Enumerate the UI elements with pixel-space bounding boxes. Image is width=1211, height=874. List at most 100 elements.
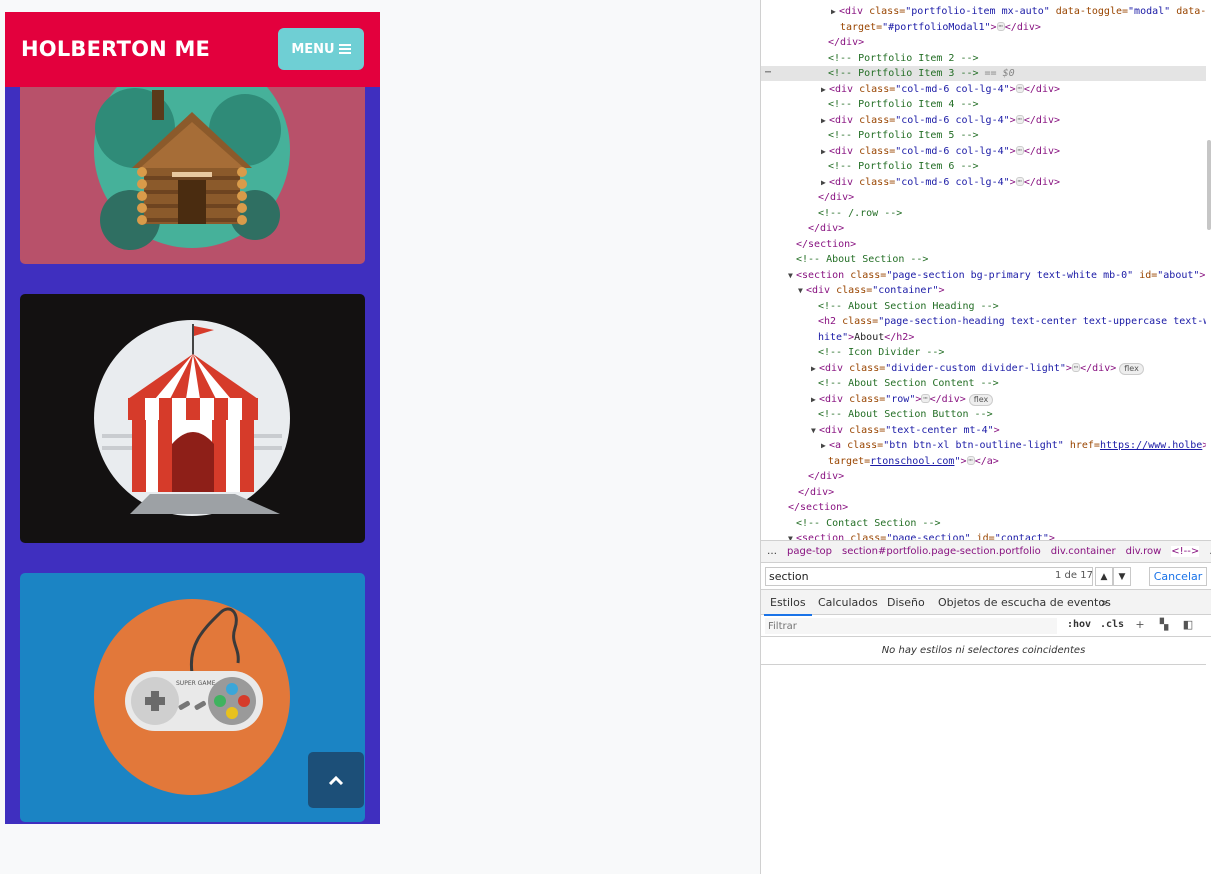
tag-close-bracket: > <box>1009 83 1016 95</box>
search-cancel-button[interactable]: Cancelar <box>1149 567 1207 586</box>
paint-icon[interactable]: ▚ <box>1158 619 1170 631</box>
flex-badge: flex <box>968 393 994 406</box>
text-node: About <box>854 331 885 343</box>
tag-open: <div <box>819 393 844 405</box>
tag-close: </div> <box>1023 145 1061 157</box>
attr-name: class= <box>853 114 896 126</box>
tag-close-bracket: > <box>1009 114 1016 126</box>
dom-tree-line[interactable]: <h2 class="page-section-heading text-cen… <box>818 314 1206 329</box>
attr-name: target= <box>828 455 871 467</box>
chevron-up-icon: ▲ <box>1100 571 1108 582</box>
tab-event-listeners[interactable]: Objetos de escucha de eventos <box>938 596 1111 609</box>
styles-filter-bar: :hov .cls + ▚ ◧ <box>761 615 1211 637</box>
attr-value: "text-center mt-4" <box>885 424 994 436</box>
dom-tree-line[interactable]: hite">About</h2> <box>818 330 914 345</box>
tab-styles[interactable]: Estilos <box>764 596 812 616</box>
screen: SUPER GAME HOLBERTON ME MENU ▶ <div class… <box>0 0 1211 874</box>
dom-tree-line[interactable]: ▶ <div class="col-md-6 col-lg-4"> ⋯ </div> <box>821 82 1060 97</box>
class-toggle[interactable]: .cls <box>1100 619 1124 630</box>
dom-tree-line[interactable]: <!-- Portfolio Item 5 --> <box>828 128 979 143</box>
dom-tree-line[interactable]: <!-- Contact Section --> <box>796 516 941 531</box>
dom-tree-line[interactable]: target="#portfolioModal1"> ⋯ </div> <box>840 20 1041 35</box>
breadcrumb-item[interactable]: div.container <box>1051 546 1116 557</box>
dom-tree-line[interactable]: </div> <box>808 469 844 484</box>
tab-computed[interactable]: Calculados <box>818 596 878 609</box>
dom-tree-line[interactable]: ▶ <div class="portfolio-item mx-auto" dat… <box>831 4 1206 19</box>
breadcrumb-item[interactable]: section#portfolio.page-section.portfolio <box>842 546 1041 557</box>
portfolio-item-circus[interactable] <box>20 294 365 543</box>
tag-open: </div> <box>818 192 855 203</box>
add-rule-icon[interactable]: + <box>1134 619 1146 631</box>
dom-tree-line[interactable]: </section> <box>796 237 856 252</box>
divider <box>761 664 1206 665</box>
breadcrumb-item[interactable]: <!--> <box>1171 546 1200 557</box>
dom-tree-line[interactable]: </div> <box>808 221 844 236</box>
top-navbar: HOLBERTON ME MENU <box>5 12 380 87</box>
dom-tree-line[interactable]: </div> <box>818 190 854 205</box>
breadcrumb-item[interactable]: … <box>767 546 777 557</box>
dom-tree-line[interactable]: <!-- About Section Heading --> <box>818 299 999 314</box>
menu-label: MENU <box>291 41 335 57</box>
attr-value: "col-md-6 col-lg-4" <box>895 83 1010 95</box>
tag-close-bracket: > <box>960 455 967 467</box>
breadcrumb-item[interactable]: page-top <box>787 546 832 557</box>
elements-tree[interactable]: ▶ <div class="portfolio-item mx-auto" dat… <box>761 0 1206 540</box>
dom-tree-line[interactable]: ▶ <div class="divider-custom divider-ligh… <box>811 361 1144 376</box>
dom-tree-line[interactable]: <!-- /.row --> <box>818 206 902 221</box>
tag-open: </div> <box>798 486 835 498</box>
dom-tree-line[interactable]: </div> <box>828 35 864 50</box>
attr-name: id= <box>970 533 995 540</box>
expand-triangle-icon: ▶ <box>821 177 826 187</box>
scroll-to-top-button[interactable] <box>308 752 364 808</box>
dom-tree-line[interactable]: ▶ <div class="col-md-6 col-lg-4"> ⋯ </div> <box>821 144 1060 159</box>
attr-name: href= <box>1063 440 1100 451</box>
dom-tree-line[interactable]: <!-- Portfolio Item 2 --> <box>828 51 979 66</box>
dom-tree-line[interactable]: <!-- Portfolio Item 3 --> == $0 <box>761 66 1206 81</box>
tab-layout[interactable]: Diseño <box>887 596 925 609</box>
tag-open: <div <box>806 285 831 296</box>
search-next-button[interactable]: ▼ <box>1113 567 1131 586</box>
tag-close: </div> <box>1023 114 1061 126</box>
tree-scrollbar[interactable] <box>1207 140 1211 230</box>
dom-tree-line[interactable]: <!-- Portfolio Item 6 --> <box>828 159 979 174</box>
dom-tree-line[interactable]: target=rtonschool.com"> ⋯ </a> <box>828 454 999 469</box>
dom-tree-line[interactable]: <!-- About Section --> <box>796 252 928 267</box>
search-prev-button[interactable]: ▲ <box>1095 567 1113 586</box>
collapse-triangle-icon: ▼ <box>811 425 816 435</box>
href-link: https://www.holbe <box>1099 440 1203 451</box>
tag-close-bracket: > <box>1009 145 1016 157</box>
dom-tree-line[interactable]: ▶ <div class="col-md-6 col-lg-4"> ⋯ </div> <box>821 113 1060 128</box>
tag-close-bracket: > <box>1202 440 1206 451</box>
dom-tree-line[interactable]: <!-- Icon Divider --> <box>818 345 944 360</box>
menu-button[interactable]: MENU <box>278 28 364 70</box>
dom-tree-line[interactable]: <!-- Portfolio Item 4 --> <box>828 97 979 112</box>
hover-state-toggle[interactable]: :hov <box>1067 619 1091 630</box>
tag-close-bracket: > <box>990 21 997 33</box>
dom-tree-line[interactable]: ▶ <a class="btn btn-xl btn-outline-light"… <box>821 438 1206 453</box>
filter-input[interactable] <box>765 618 1057 634</box>
dom-tree-line[interactable]: ▶ <div class="col-md-6 col-lg-4"> ⋯ </div> <box>821 175 1060 190</box>
dom-tree-line[interactable]: ▼ <section class="page-section bg-primary… <box>788 268 1205 283</box>
html-comment: <!-- About Section Button --> <box>818 409 993 420</box>
dom-tree-line[interactable]: <!-- About Section Content --> <box>818 376 999 391</box>
dom-tree-line[interactable]: </section> <box>788 500 848 515</box>
breadcrumb-item[interactable]: div.row <box>1126 546 1162 557</box>
more-tabs-icon[interactable]: » <box>1101 596 1108 609</box>
dom-tree-line[interactable]: <!-- About Section Button --> <box>818 407 993 422</box>
tag-open: <div <box>829 114 854 126</box>
dom-tree-line[interactable]: ▶ <div class="row"> ⋯ </div> flex <box>811 392 994 407</box>
dom-tree-line[interactable]: ▼ <div class="container"> <box>798 283 945 298</box>
html-comment: <!-- Portfolio Item 2 --> <box>828 52 979 64</box>
brand-logo[interactable]: HOLBERTON ME <box>21 37 210 61</box>
sidebar-toggle-icon[interactable]: ◧ <box>1182 619 1194 631</box>
search-input[interactable] <box>765 567 1093 586</box>
tag-open: <h2 <box>818 316 837 327</box>
dom-tree-line[interactable]: </div> <box>798 485 834 500</box>
dom-tree-line[interactable]: ▼ <div class="text-center mt-4"> <box>811 423 1000 438</box>
dom-tree-line[interactable]: ▼ <section class="page-section" id="conta… <box>788 531 1055 540</box>
more-options-icon[interactable]: ⋯ <box>765 67 771 78</box>
ellipsis-icon: ⋯ <box>996 22 1005 31</box>
attr-value: "page-section-heading text-center text-u… <box>878 316 1206 327</box>
attr-value: "modal" <box>1128 6 1171 17</box>
attr-name: class= <box>853 145 896 157</box>
